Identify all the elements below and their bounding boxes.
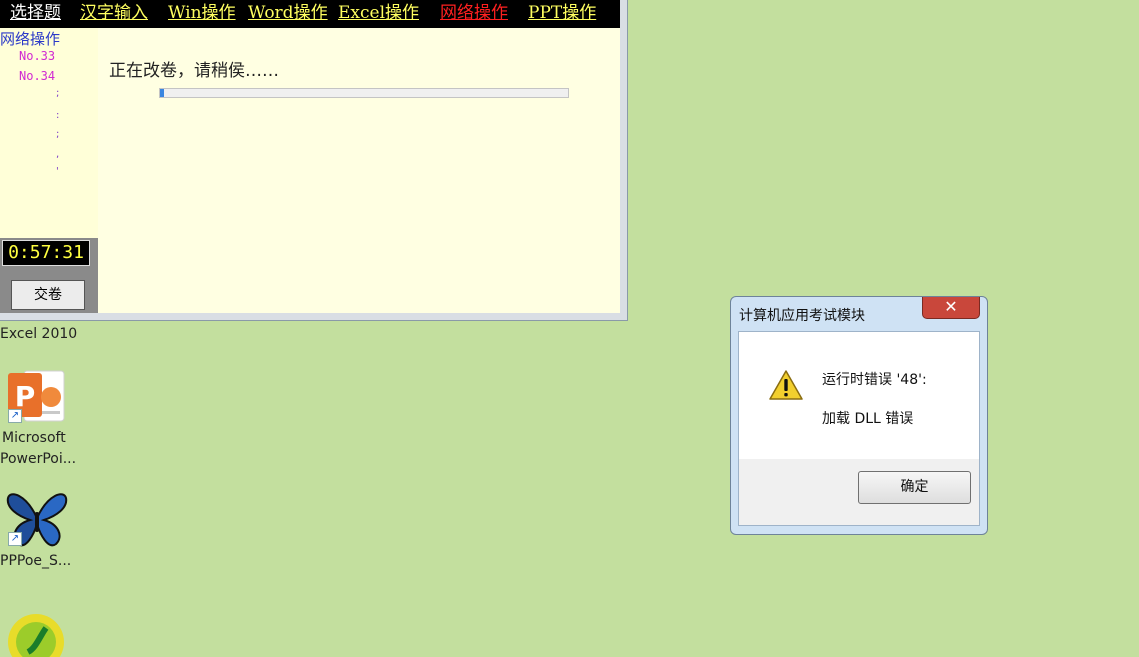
pppoe-shortcut[interactable]: ↗ (6, 490, 68, 550)
menu-ppt-operation[interactable]: PPT操作 (528, 1, 596, 25)
powerpoint-shortcut[interactable]: P ↗ (6, 367, 66, 427)
question-item[interactable]: No.34 (19, 69, 55, 83)
close-icon: ✕ (944, 297, 958, 316)
close-button[interactable]: ✕ (922, 297, 980, 319)
list-marker: ' (56, 166, 59, 177)
countdown-timer: 0:57:31 (2, 240, 90, 266)
warning-icon (769, 370, 803, 400)
shortcut-arrow-icon: ↗ (8, 409, 22, 423)
dialog-title: 计算机应用考试模块 (739, 308, 865, 324)
error-message: 运行时错误 '48': (822, 372, 927, 388)
main-content: 正在改卷，请稍侯…… (98, 28, 620, 313)
dialog-body: 运行时错误 '48': 加载 DLL 错误 确定 (738, 331, 980, 526)
progress-fill (160, 89, 165, 97)
menu-network-operation[interactable]: 网络操作 (440, 1, 508, 25)
grading-progress-bar (159, 88, 569, 98)
status-text: 正在改卷，请稍侯…… (109, 61, 279, 81)
menu-excel-operation[interactable]: Excel操作 (338, 1, 419, 25)
list-marker: ; (56, 88, 60, 99)
menu-chinese-input[interactable]: 汉字输入 (80, 1, 148, 25)
desktop-label-pppoe[interactable]: PPPoe_S... (0, 553, 71, 569)
question-item[interactable]: No.33 (19, 49, 55, 63)
desktop-label-powerpoint-1[interactable]: Microsoft (2, 430, 66, 446)
music-player-icon (8, 614, 64, 657)
menu-multiple-choice[interactable]: 选择题 (10, 1, 61, 25)
list-marker: , (56, 149, 60, 160)
timer-area: 0:57:31 交卷 (0, 238, 98, 313)
menu-word-operation[interactable]: Word操作 (248, 1, 328, 25)
menu-bar: 选择题 汉字输入 Win操作 Word操作 Excel操作 网络操作 PPT操作 (0, 0, 620, 28)
dialog-footer: 确定 (739, 459, 979, 525)
exam-window: 选择题 汉字输入 Win操作 Word操作 Excel操作 网络操作 PPT操作… (0, 0, 628, 321)
ok-button[interactable]: 确定 (858, 471, 971, 504)
desktop-label-powerpoint-2[interactable]: PowerPoi... (0, 451, 76, 467)
error-detail: 加载 DLL 错误 (822, 411, 914, 427)
list-marker: : (56, 110, 60, 121)
sidebar-title: 网络操作 (0, 30, 61, 48)
music-player-shortcut[interactable] (6, 612, 68, 657)
shortcut-arrow-icon: ↗ (8, 532, 22, 546)
submit-exam-button[interactable]: 交卷 (11, 280, 85, 310)
list-marker: ; (56, 129, 60, 140)
menu-win-operation[interactable]: Win操作 (168, 1, 236, 25)
desktop-label-excel[interactable]: Excel 2010 (0, 326, 77, 342)
question-list-panel: 网络操作 No.33 No.34 ; : ; , ' (0, 28, 98, 238)
error-dialog: 计算机应用考试模块 ✕ 运行时错误 '48': 加载 DLL 错误 确定 (730, 296, 988, 535)
